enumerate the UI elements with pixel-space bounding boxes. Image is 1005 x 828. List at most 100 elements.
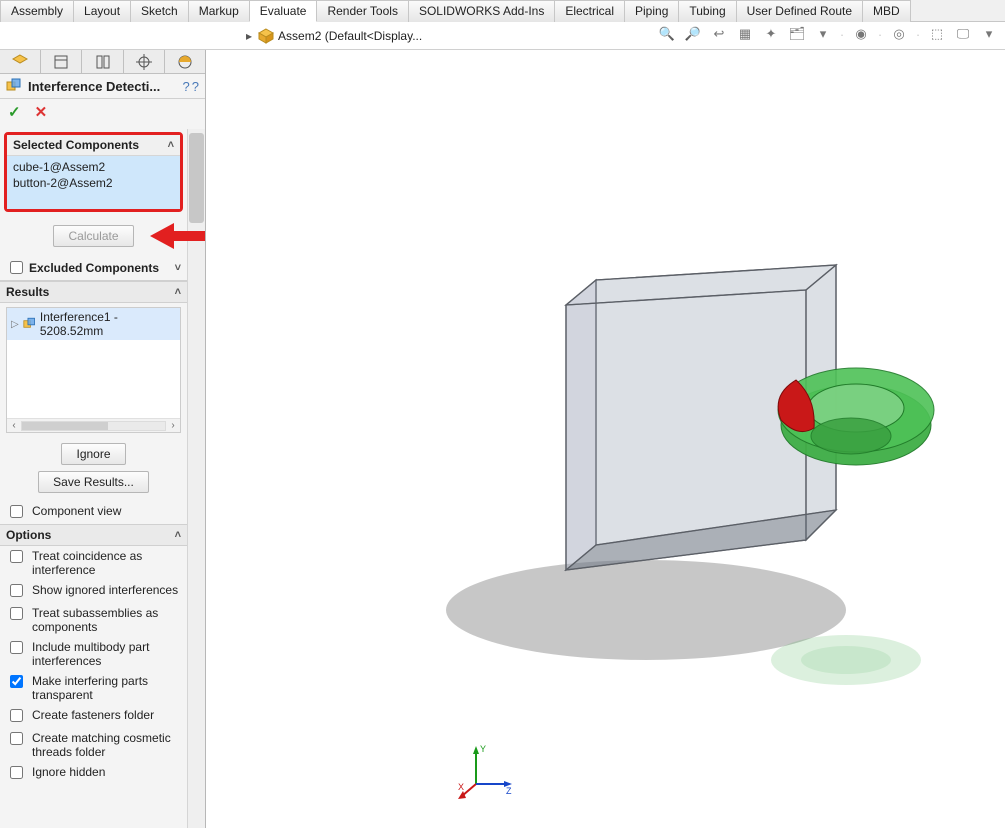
separator-icon: ·	[877, 24, 883, 44]
option-checkbox[interactable]	[10, 584, 23, 597]
results-hscroll[interactable]: ‹ ›	[7, 418, 180, 432]
orientation-triad[interactable]: Y X Z	[456, 742, 516, 802]
option-row[interactable]: Create fasteners folder	[0, 705, 187, 728]
ribbon-tab-user-defined-route[interactable]: User Defined Route	[736, 0, 863, 22]
dropdown-icon[interactable]: ▾	[979, 24, 999, 44]
chevron-down-icon: ˅	[175, 262, 181, 274]
pin-icon[interactable]: ?	[192, 79, 199, 94]
selected-components-label: Selected Components	[13, 138, 139, 152]
results-item[interactable]: ▷ Interference1 - 5208.52mm	[7, 308, 180, 340]
hscroll-right-icon[interactable]: ›	[166, 420, 180, 431]
option-label: Create fasteners folder	[32, 708, 154, 722]
config-manager-tab[interactable]	[82, 50, 123, 73]
separator-icon: ·	[839, 24, 845, 44]
svg-text:X: X	[458, 782, 464, 792]
dimxpert-tab[interactable]	[124, 50, 165, 73]
options-label: Options	[6, 528, 51, 542]
ribbon-tab-electrical[interactable]: Electrical	[554, 0, 625, 22]
graphics-viewport[interactable]: Y X Z	[206, 50, 1005, 828]
option-checkbox[interactable]	[10, 675, 23, 688]
panel-scroll-area: Selected Components ˄ cube-1@Assem2butto…	[0, 129, 205, 828]
ribbon-tab-assembly[interactable]: Assembly	[0, 0, 74, 22]
expand-icon[interactable]: ▷	[11, 319, 19, 330]
hscroll-thumb[interactable]	[22, 422, 108, 430]
save-results-button[interactable]: Save Results...	[38, 471, 149, 493]
hscroll-track[interactable]	[21, 421, 166, 431]
section-view-icon[interactable]: ▦	[735, 24, 755, 44]
option-checkbox[interactable]	[10, 607, 23, 620]
ribbon-tab-markup[interactable]: Markup	[188, 0, 250, 22]
zoom-fit-icon[interactable]: 🔍	[657, 24, 677, 44]
option-row[interactable]: Create matching cosmetic threads folder	[0, 728, 187, 762]
option-checkbox[interactable]	[10, 732, 23, 745]
appearance-icon[interactable]: ◉	[851, 24, 871, 44]
cancel-button[interactable]: ✕	[35, 103, 48, 121]
excluded-components-row[interactable]: Excluded Components ˅	[0, 255, 187, 281]
option-label: Treat subassemblies as components	[32, 606, 181, 634]
prev-view-icon[interactable]: ↩	[709, 24, 729, 44]
option-checkbox[interactable]	[10, 641, 23, 654]
scene-icon[interactable]: ◎	[889, 24, 909, 44]
excluded-components-checkbox[interactable]	[10, 261, 23, 274]
ribbon-tab-sketch[interactable]: Sketch	[130, 0, 189, 22]
separator-icon: ·	[915, 24, 921, 44]
option-checkbox[interactable]	[10, 709, 23, 722]
display-manager-tab[interactable]	[165, 50, 205, 73]
ribbon-tab-solidworks-add-ins[interactable]: SOLIDWORKS Add-Ins	[408, 0, 555, 22]
selected-component-item[interactable]: cube-1@Assem2	[13, 159, 174, 175]
option-row[interactable]: Treat coincidence as interference	[0, 546, 187, 580]
option-label: Ignore hidden	[32, 765, 105, 779]
svg-text:Y: Y	[480, 744, 486, 754]
accept-button[interactable]: ✓	[8, 103, 21, 121]
ribbon-tabs: AssemblyLayoutSketchMarkupEvaluateRender…	[0, 0, 1005, 22]
ribbon-tab-layout[interactable]: Layout	[73, 0, 131, 22]
chevron-up-icon: ˄	[175, 529, 181, 541]
render-icon[interactable]: ⬚	[927, 24, 947, 44]
hide-show-icon[interactable]: 🗂	[787, 24, 807, 44]
chevron-up-icon: ˄	[168, 139, 174, 151]
results-list[interactable]: ▷ Interference1 - 5208.52mm ‹ ›	[6, 307, 181, 433]
option-row[interactable]: Include multibody part interferences	[0, 637, 187, 671]
option-label: Create matching cosmetic threads folder	[32, 731, 181, 759]
selected-components-list[interactable]: cube-1@Assem2button-2@Assem2	[7, 156, 180, 209]
selected-components-group: Selected Components ˄ cube-1@Assem2butto…	[4, 132, 183, 212]
property-manager-tab[interactable]	[41, 50, 82, 73]
svg-text:Z: Z	[506, 786, 512, 796]
assembly-icon	[258, 28, 274, 44]
breadcrumb-arrow-icon[interactable]: ▸	[240, 29, 258, 43]
results-item-label: Interference1 - 5208.52mm	[40, 310, 176, 338]
active-document[interactable]: Assem2 (Default<Display...	[258, 28, 422, 44]
results-heading[interactable]: Results ˄	[0, 281, 187, 303]
feature-tree-tab[interactable]	[0, 50, 41, 73]
option-row[interactable]: Treat subassemblies as components	[0, 603, 187, 637]
selected-components-heading[interactable]: Selected Components ˄	[7, 135, 180, 156]
ignore-button[interactable]: Ignore	[61, 443, 125, 465]
ribbon-tab-piping[interactable]: Piping	[624, 0, 679, 22]
zoom-area-icon[interactable]: 🔎	[683, 24, 703, 44]
component-view-checkbox[interactable]	[10, 505, 23, 518]
display-style-icon[interactable]: ✦	[761, 24, 781, 44]
option-label: Show ignored interferences	[32, 583, 178, 597]
results-label: Results	[6, 285, 49, 299]
panel-scrollbar-thumb[interactable]	[189, 133, 204, 223]
option-row[interactable]: Ignore hidden	[0, 762, 187, 785]
option-row[interactable]: Show ignored interferences	[0, 580, 187, 603]
panel-scrollbar[interactable]	[187, 129, 205, 828]
interference-icon	[6, 78, 22, 94]
ribbon-tab-evaluate[interactable]: Evaluate	[249, 0, 318, 22]
display-icon[interactable]: 🖵	[953, 24, 973, 44]
selected-component-item[interactable]: button-2@Assem2	[13, 175, 174, 191]
ribbon-tab-tubing[interactable]: Tubing	[678, 0, 736, 22]
component-view-row[interactable]: Component view	[0, 501, 187, 524]
ribbon-tab-mbd[interactable]: MBD	[862, 0, 911, 22]
hscroll-left-icon[interactable]: ‹	[7, 420, 21, 431]
component-view-label: Component view	[32, 504, 121, 518]
option-row[interactable]: Make interfering parts transparent	[0, 671, 187, 705]
option-checkbox[interactable]	[10, 766, 23, 779]
ribbon-tab-render-tools[interactable]: Render Tools	[316, 0, 409, 22]
calculate-button[interactable]: Calculate	[53, 225, 133, 247]
help-icon[interactable]: ?	[183, 79, 190, 94]
options-heading[interactable]: Options ˄	[0, 524, 187, 546]
dropdown-icon[interactable]: ▾	[813, 24, 833, 44]
option-checkbox[interactable]	[10, 550, 23, 563]
